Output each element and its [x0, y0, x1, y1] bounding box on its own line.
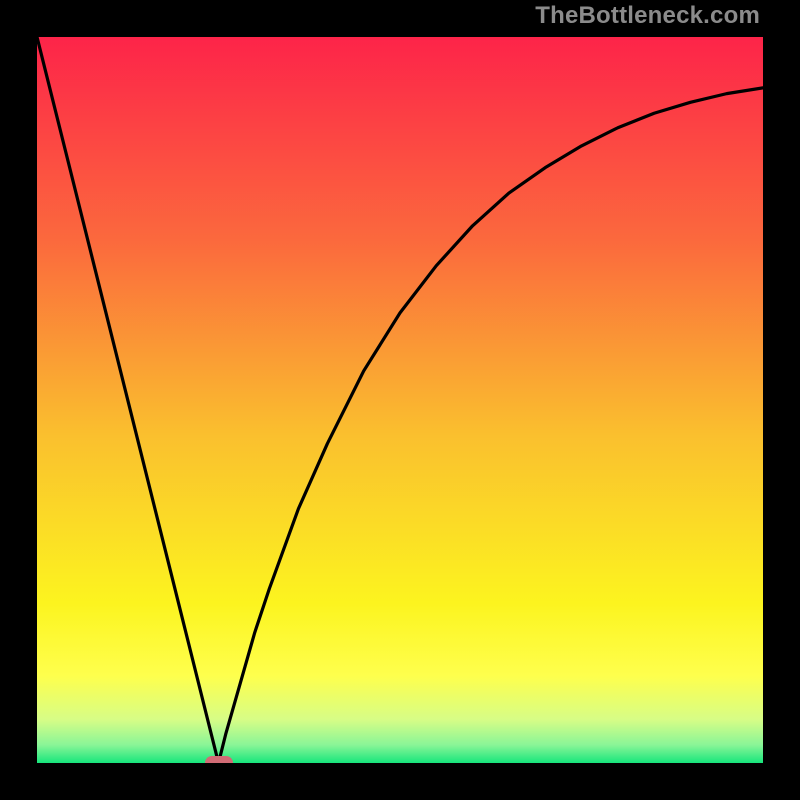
curve-layer	[37, 37, 763, 763]
watermark-text: TheBottleneck.com	[535, 2, 760, 30]
chart-frame: TheBottleneck.com	[0, 0, 800, 800]
plot-area	[37, 37, 763, 763]
minimum-marker	[205, 756, 233, 763]
bottleneck-curve	[37, 37, 763, 763]
